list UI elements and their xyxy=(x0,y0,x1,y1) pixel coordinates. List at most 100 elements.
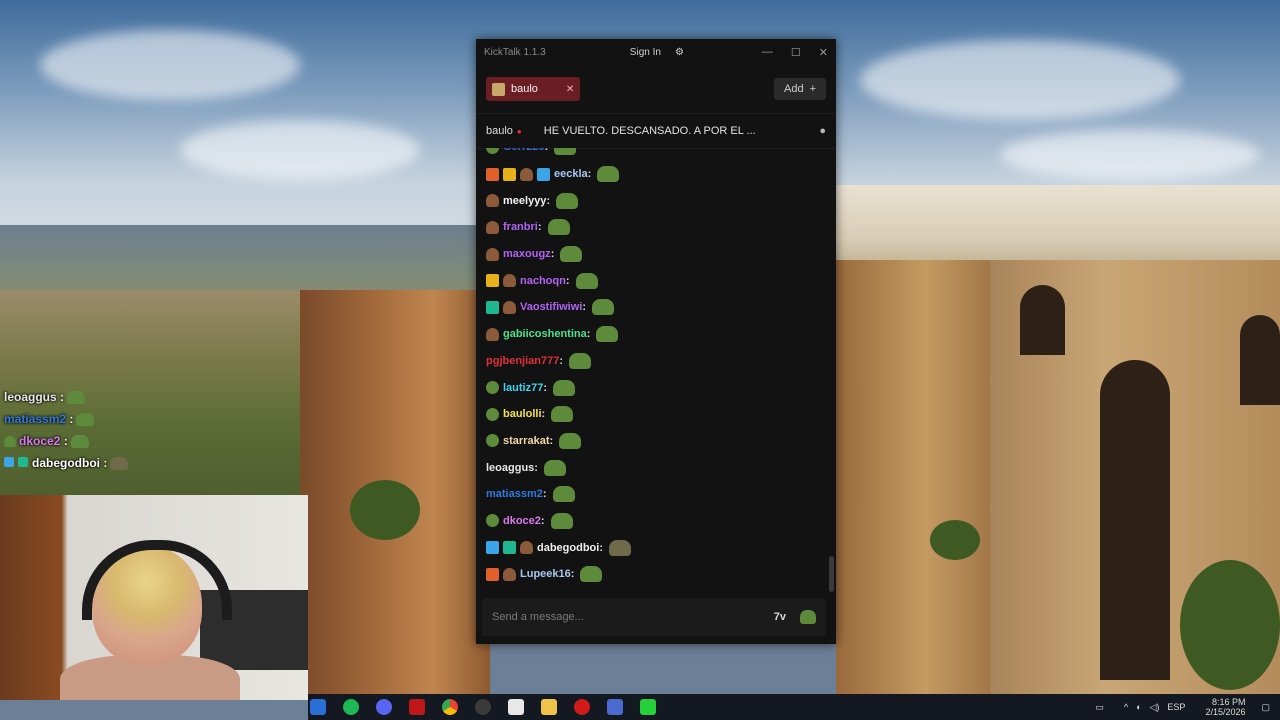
wallpaper-cloud xyxy=(860,40,1180,120)
chat-message-list[interactable]: Gerr220:eeckla:meelyyy:franbri:maxougz:n… xyxy=(476,148,826,588)
chat-message[interactable]: lautiz77: xyxy=(476,374,826,401)
sub-badge-icon xyxy=(503,300,516,314)
chat-username[interactable]: nachoqn xyxy=(520,275,566,287)
system-tray: ▭ ^ ◐ ◁) ESP 8:16 PM 2/15/2026 ▢ xyxy=(1087,697,1280,717)
app-icon[interactable] xyxy=(409,699,425,715)
chat-message[interactable]: franbri: xyxy=(476,214,826,241)
chat-username[interactable]: Lupeek16 xyxy=(520,568,571,580)
chat-message[interactable]: starrakat: xyxy=(476,428,826,455)
keyboard-icon[interactable]: ▭ xyxy=(1095,702,1104,713)
language-indicator[interactable]: ESP xyxy=(1167,702,1185,712)
chat-scrollbar[interactable] xyxy=(829,152,834,592)
pepe-badge-badge-icon xyxy=(486,381,499,395)
message-input[interactable] xyxy=(482,610,774,624)
chat-message[interactable]: dkoce2: xyxy=(476,508,826,535)
overlay-username: matiassm2 xyxy=(4,412,67,426)
chat-message[interactable]: Gerr220: xyxy=(476,148,826,161)
folder-icon[interactable] xyxy=(541,699,557,715)
pepe-emote-icon xyxy=(596,326,619,343)
pepe-emote-icon xyxy=(592,299,615,316)
network-icon[interactable]: ◐ xyxy=(1136,702,1141,712)
pepe-emote-icon xyxy=(556,192,579,209)
maximize-icon[interactable]: ☐ xyxy=(791,46,801,59)
crown-badge-icon xyxy=(486,274,499,288)
chat-message[interactable]: matiassm2: xyxy=(476,481,826,508)
chat-username[interactable]: franbri xyxy=(503,221,538,233)
chat-username[interactable]: maxougz xyxy=(503,248,551,260)
app-icon[interactable] xyxy=(607,699,623,715)
chat-username[interactable]: baulolli xyxy=(503,408,542,420)
chat-username[interactable]: Gerr220 xyxy=(503,148,545,153)
scrollbar-thumb[interactable] xyxy=(829,556,834,592)
overlay-line: dabegodboi : xyxy=(4,452,204,474)
chat-message[interactable]: pgjbenjian777: xyxy=(476,348,826,375)
pepe-emote-icon xyxy=(609,539,631,556)
chat-username[interactable]: eeckla xyxy=(554,168,588,180)
emote-picker-icon[interactable] xyxy=(800,610,816,624)
gear-icon[interactable]: ⚙ xyxy=(675,47,684,58)
pepe-emote-icon xyxy=(543,459,566,476)
bridge-arch xyxy=(1240,315,1280,405)
chat-username[interactable]: pgjbenjian777 xyxy=(486,355,559,367)
pepe-emote-icon xyxy=(569,352,592,369)
spotify-icon[interactable] xyxy=(343,699,359,715)
wallpaper-cloud xyxy=(40,30,300,100)
pepe-badge-badge-icon xyxy=(486,407,499,421)
chat-message[interactable]: maxougz: xyxy=(476,241,826,268)
chat-message[interactable]: Vaostifiwiwi: xyxy=(476,294,826,321)
chat-message[interactable]: gabiicoshentina: xyxy=(476,321,826,348)
overlay-username: dkoce2 xyxy=(19,434,61,448)
window-title: KickTalk 1.1.3 xyxy=(484,46,546,58)
wallpaper-bush xyxy=(930,520,980,560)
chat-message[interactable]: meelyyy: xyxy=(476,187,826,214)
minimize-icon[interactable]: — xyxy=(762,46,773,58)
discord-icon[interactable] xyxy=(376,699,392,715)
add-channel-button[interactable]: Add + xyxy=(773,78,826,100)
clock-date: 2/15/2026 xyxy=(1205,707,1246,717)
chat-username[interactable]: starrakat xyxy=(503,435,549,447)
chat-username[interactable]: Vaostifiwiwi xyxy=(520,301,582,313)
tab-label: baulo xyxy=(511,83,538,95)
titlebar[interactable]: KickTalk 1.1.3 Sign In ⚙ — ☐ ✕ xyxy=(476,39,836,65)
chevron-up-icon[interactable]: ^ xyxy=(1124,702,1128,712)
chat-message[interactable]: baulolli: xyxy=(476,401,826,428)
chrome-icon[interactable] xyxy=(442,699,458,715)
chat-message[interactable]: Lupeek16: xyxy=(476,561,826,588)
og-badge-icon xyxy=(503,541,516,555)
stream-info-bar: baulo ● HE VUELTO. DESCANSADO. A POR EL … xyxy=(476,113,836,149)
pepe-emote-icon xyxy=(70,435,89,449)
app-icon[interactable] xyxy=(508,699,524,715)
volume-icon[interactable]: ◁) xyxy=(1150,702,1160,713)
chat-username[interactable]: leoaggus xyxy=(486,462,534,474)
sign-in-button[interactable]: Sign In xyxy=(630,47,661,58)
obs-icon[interactable] xyxy=(475,699,491,715)
close-icon[interactable]: ✕ xyxy=(819,46,828,59)
chat-message[interactable]: nachoqn: xyxy=(476,267,826,294)
chat-separator: : xyxy=(534,461,538,474)
chat-message[interactable]: leoaggus: xyxy=(476,454,826,481)
chat-message[interactable]: eeckla: xyxy=(476,161,826,188)
gift-badge-icon xyxy=(486,167,499,181)
opera-icon[interactable] xyxy=(574,699,590,715)
chat-separator: : xyxy=(541,408,546,421)
webcam-feed xyxy=(0,495,308,700)
edge-icon[interactable] xyxy=(310,699,326,715)
tab-baulo[interactable]: baulo ✕ xyxy=(486,77,581,101)
clock[interactable]: 8:16 PM 2/15/2026 xyxy=(1197,697,1245,717)
chat-message[interactable]: dabegodboi: xyxy=(476,534,826,561)
chat-username[interactable]: meelyyy xyxy=(503,195,546,207)
chat-separator: : xyxy=(586,328,591,341)
channel-name[interactable]: baulo xyxy=(486,125,513,137)
close-icon[interactable]: ✕ xyxy=(566,84,574,95)
chat-username[interactable]: lautiz77 xyxy=(503,382,543,394)
chat-username[interactable]: gabiicoshentina xyxy=(503,328,587,340)
notification-icon[interactable]: ▢ xyxy=(1261,702,1270,713)
chat-username[interactable]: dkoce2 xyxy=(503,515,541,527)
user-icon[interactable]: ● xyxy=(819,125,826,137)
kicktalk-emote-icon[interactable]: 7v xyxy=(774,611,786,623)
sub-badge-icon xyxy=(486,194,499,208)
chat-username[interactable]: dabegodboi xyxy=(537,542,599,554)
pepe-badge-badge-icon xyxy=(486,434,499,448)
kicktalk-icon[interactable] xyxy=(640,699,656,715)
chat-username[interactable]: matiassm2 xyxy=(486,488,543,500)
